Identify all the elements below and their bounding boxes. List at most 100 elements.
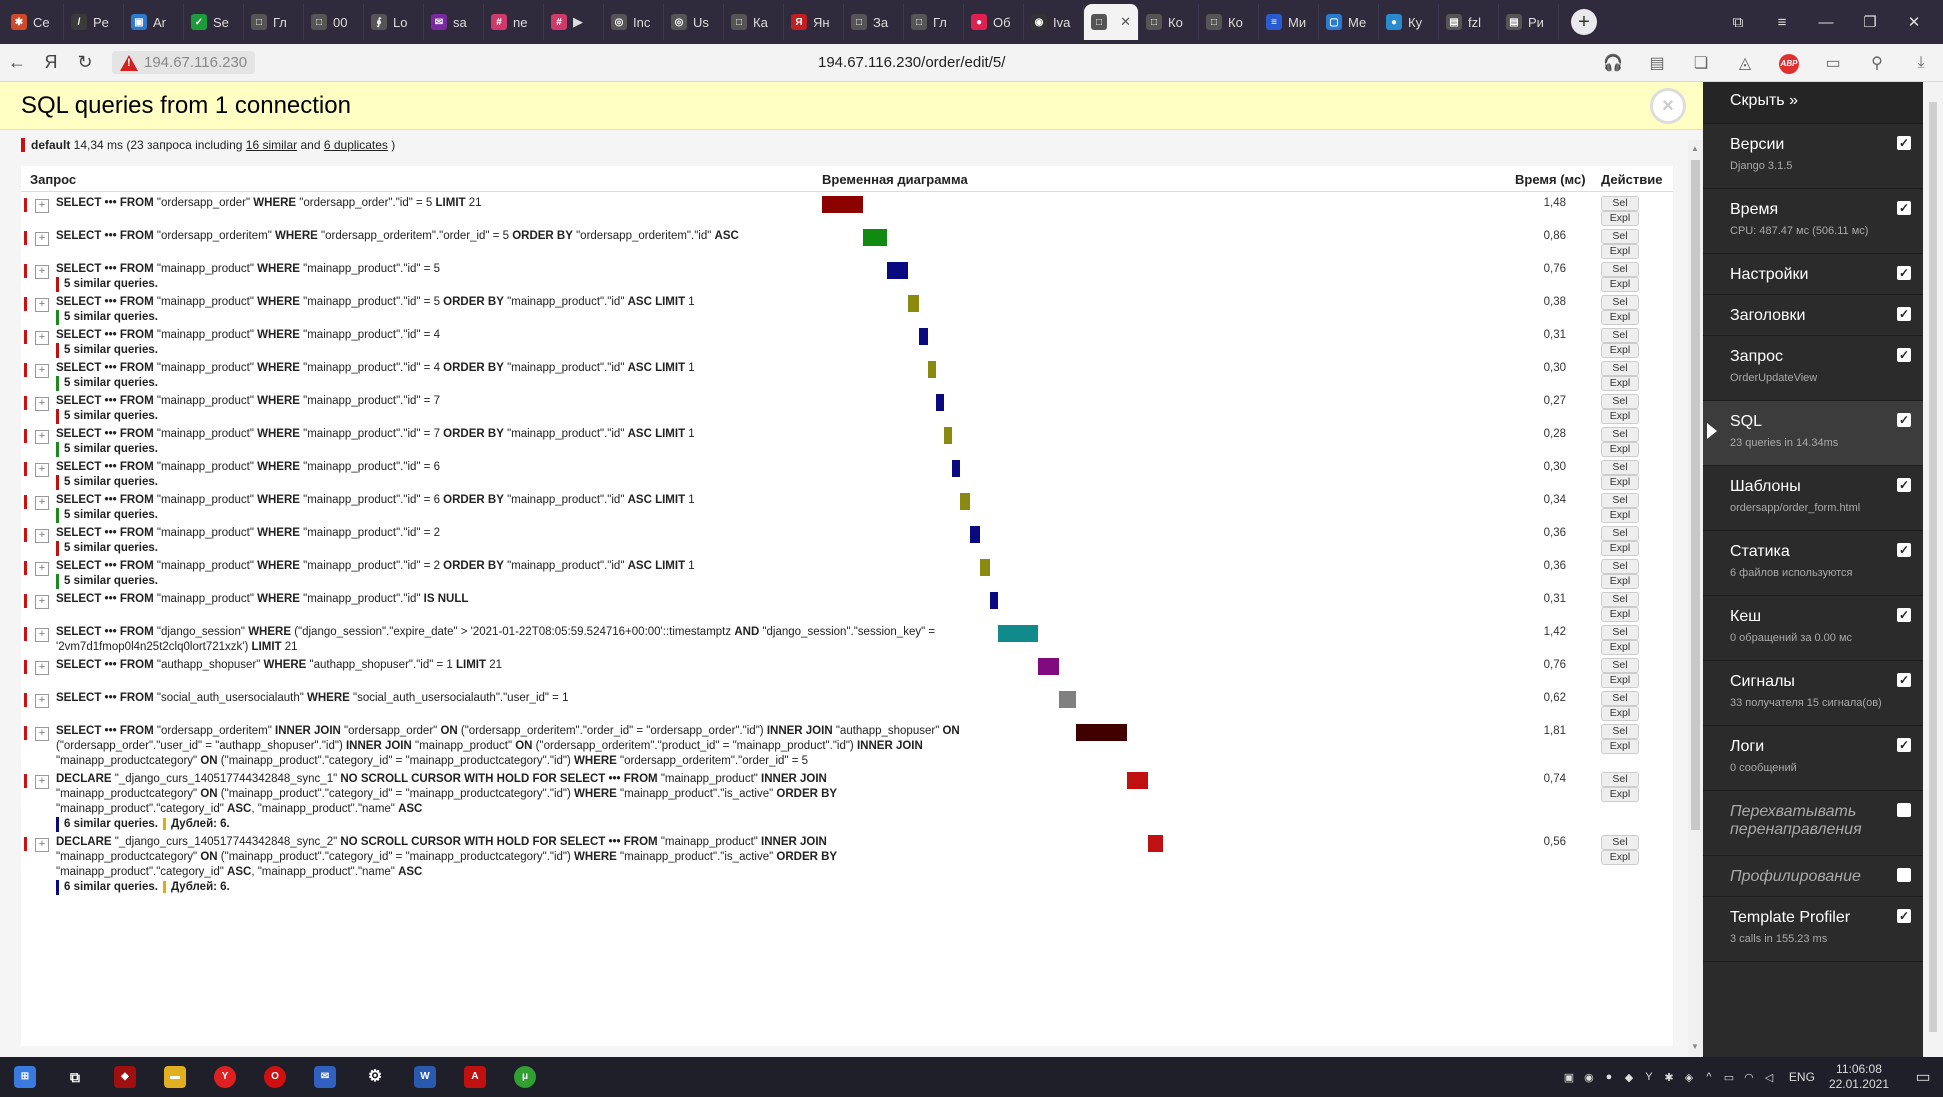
browser-tab[interactable]: ✉ sa [424, 4, 484, 40]
expand-toggle-icon[interactable]: + [35, 775, 49, 789]
clock[interactable]: 11:06:08 22.01.2021 [1829, 1062, 1889, 1092]
expl-button[interactable]: Expl [1601, 277, 1639, 292]
expl-button[interactable]: Expl [1601, 508, 1639, 523]
volume-icon[interactable]: ◁ [1759, 1071, 1779, 1084]
expand-toggle-icon[interactable]: + [35, 199, 49, 213]
battery-extension-icon[interactable]: ▭ [1811, 53, 1855, 73]
expand-toggle-icon[interactable]: + [35, 430, 49, 444]
browser-tab[interactable]: ▤ fzl [1439, 4, 1499, 40]
bluetooth-icon[interactable]: ✱ [1659, 1071, 1679, 1084]
browser-tab[interactable]: ✓ Se [184, 4, 244, 40]
close-tab-icon[interactable]: ✕ [1120, 14, 1131, 30]
browser-tab[interactable]: ● Об [964, 4, 1024, 40]
url-field[interactable]: 194.67.116.230/order/edit/5/ [818, 54, 1005, 71]
browser-tab[interactable]: ● Ку [1379, 4, 1439, 40]
browser-scrollbar[interactable] [1923, 82, 1943, 1057]
expl-button[interactable]: Expl [1601, 409, 1639, 424]
toolbar-panel-9[interactable]: Кеш 0 обращений за 0.00 мс ✓ [1703, 596, 1923, 661]
messenger-icon[interactable]: ✉ [300, 1057, 350, 1097]
bookmark-icon[interactable]: ❏ [1679, 53, 1723, 73]
bookmarks-icon[interactable]: ≡ [1760, 14, 1804, 31]
new-tab-button[interactable]: + [1571, 9, 1597, 35]
tray-network-app-icon[interactable]: ◈ [1679, 1071, 1699, 1084]
word-icon[interactable]: W [400, 1057, 450, 1097]
sel-button[interactable]: Sel [1601, 493, 1639, 508]
browser-tab[interactable]: ∮ Lo [364, 4, 424, 40]
expand-toggle-icon[interactable]: + [35, 628, 49, 642]
sel-button[interactable]: Sel [1601, 328, 1639, 343]
close-panel-button[interactable]: × [1650, 88, 1686, 124]
expand-toggle-icon[interactable]: + [35, 331, 49, 345]
browser-tab[interactable]: Я Ян [784, 4, 844, 40]
expl-button[interactable]: Expl [1601, 343, 1639, 358]
task-view-icon[interactable]: ⧉ [50, 1057, 100, 1097]
expand-toggle-icon[interactable]: + [35, 265, 49, 279]
wifi-icon[interactable]: ◠ [1739, 1071, 1759, 1084]
browser-tab[interactable]: ▢ Ме [1319, 4, 1379, 40]
expand-toggle-icon[interactable]: + [35, 661, 49, 675]
browser-tab[interactable]: ▣ Ar [124, 4, 184, 40]
expand-toggle-icon[interactable]: + [35, 232, 49, 246]
panel-toggle-checkbox[interactable]: ✓ [1897, 136, 1911, 150]
sel-button[interactable]: Sel [1601, 460, 1639, 475]
browser-tab[interactable]: □ Гл [244, 4, 304, 40]
battery-icon[interactable]: ▭ [1719, 1071, 1739, 1084]
panel-toggle-checkbox[interactable]: ✓ [1897, 738, 1911, 752]
panel-toggle-checkbox[interactable]: ✓ [1897, 266, 1911, 280]
expand-toggle-icon[interactable]: + [35, 397, 49, 411]
sel-button[interactable]: Sel [1601, 559, 1639, 574]
toolbar-panel-10[interactable]: Сигналы 33 получателя 15 сигнала(ов) ✓ [1703, 661, 1923, 726]
expand-toggle-icon[interactable]: + [35, 463, 49, 477]
sel-button[interactable]: Sel [1601, 262, 1639, 277]
expand-toggle-icon[interactable]: + [35, 529, 49, 543]
expl-button[interactable]: Expl [1601, 211, 1639, 226]
browser-tab[interactable]: # ne [484, 4, 544, 40]
file-explorer-icon[interactable]: ▬ [150, 1057, 200, 1097]
browser-tab[interactable]: ✱ Ce [4, 4, 64, 40]
downloads-icon[interactable]: ⤓ [1899, 54, 1943, 72]
panel-toggle-checkbox[interactable]: ✓ [1897, 608, 1911, 622]
site-info-chip[interactable]: 194.67.116.230 [112, 51, 256, 74]
minimize-button[interactable]: — [1804, 14, 1848, 31]
toolbar-panel-1[interactable]: Версии Django 3.1.5 ✓ [1703, 124, 1923, 189]
expl-button[interactable]: Expl [1601, 244, 1639, 259]
browser-tab[interactable]: □ Гл [904, 4, 964, 40]
expand-toggle-icon[interactable]: + [35, 694, 49, 708]
yandex-browser-icon[interactable]: Y [200, 1057, 250, 1097]
yandex-icon[interactable]: Я [34, 52, 68, 73]
close-window-button[interactable]: ✕ [1892, 13, 1936, 31]
tray-yandex-icon[interactable]: Y [1639, 1071, 1659, 1083]
browser-tab[interactable]: # ▶ [544, 4, 604, 40]
sel-button[interactable]: Sel [1601, 724, 1639, 739]
tray-chevron-icon[interactable]: ^ [1699, 1071, 1719, 1083]
tray-torrent-icon[interactable]: ● [1599, 1071, 1619, 1083]
expand-toggle-icon[interactable]: + [35, 727, 49, 741]
language-indicator[interactable]: ENG [1789, 1070, 1815, 1084]
browser-tab[interactable]: ◎ Us [664, 4, 724, 40]
expl-button[interactable]: Expl [1601, 475, 1639, 490]
back-icon[interactable]: ← [0, 52, 34, 73]
adblock-icon[interactable]: ABP [1767, 53, 1811, 74]
expl-button[interactable]: Expl [1601, 850, 1639, 865]
sel-button[interactable]: Sel [1601, 526, 1639, 541]
alice-icon[interactable]: ◬ [1723, 53, 1767, 73]
expl-button[interactable]: Expl [1601, 310, 1639, 325]
panel-toggle-checkbox[interactable]: ✓ [1897, 413, 1911, 427]
opera-icon[interactable]: O [250, 1057, 300, 1097]
browser-tab[interactable]: □ За [844, 4, 904, 40]
toolbar-panel-12[interactable]: Перехватывать перенаправления [1703, 791, 1923, 856]
toolbar-panel-11[interactable]: Логи 0 сообщений ✓ [1703, 726, 1923, 791]
toolbar-panel-6[interactable]: SQL 23 queries in 14.34ms ✓ [1703, 401, 1923, 466]
tab-list-icon[interactable]: ⧉ [1716, 14, 1760, 31]
expl-button[interactable]: Expl [1601, 706, 1639, 721]
expl-button[interactable]: Expl [1601, 640, 1639, 655]
sel-button[interactable]: Sel [1601, 835, 1639, 850]
expand-toggle-icon[interactable]: + [35, 838, 49, 852]
panel-toggle-checkbox[interactable]: ✓ [1897, 201, 1911, 215]
toolbar-panel-2[interactable]: Время CPU: 487.47 мс (506.11 мс) ✓ [1703, 189, 1923, 254]
game-app-icon[interactable]: ◆ [100, 1057, 150, 1097]
browser-tab[interactable]: ≡ Ми [1259, 4, 1319, 40]
sel-button[interactable]: Sel [1601, 295, 1639, 310]
page-scrollbar[interactable]: ▲ ▼ [1688, 140, 1703, 1057]
hide-toolbar-button[interactable]: Скрыть » [1703, 82, 1923, 124]
